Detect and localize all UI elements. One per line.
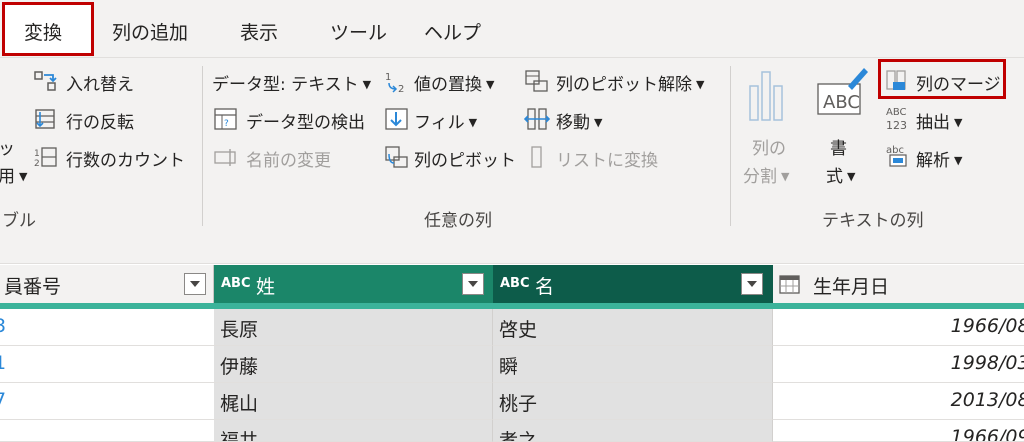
parse-icon: abc xyxy=(886,145,907,167)
tab-transform[interactable]: 変換 xyxy=(24,18,62,45)
split-column-label-1[interactable]: 列の xyxy=(752,134,786,159)
split-column-icon xyxy=(749,71,783,121)
parse-button[interactable]: 解析 ▼ xyxy=(916,146,962,171)
reverse-rows-icon xyxy=(35,109,55,129)
column-header-first-name[interactable]: ABC 名 xyxy=(493,265,773,303)
use-first-row-partial-label-2[interactable]: 用 ▼ xyxy=(0,162,27,187)
fill-down-icon xyxy=(385,108,408,130)
ribbon: ッ 用 ▼ 入れ替え 行の反転 1 2 行数のカウント ブル データ型: テキスト… xyxy=(0,58,1024,236)
merge-columns-highlight xyxy=(878,59,1006,99)
convert-to-list-button[interactable]: リストに変換 xyxy=(556,146,658,171)
svg-text:1: 1 xyxy=(34,149,40,159)
column-header-birth-date[interactable]: 生年月日 xyxy=(773,265,1024,303)
svg-text:123: 123 xyxy=(886,119,907,132)
swap-icon xyxy=(34,71,57,91)
column-header-employee-id[interactable]: 員番号 xyxy=(0,265,214,303)
fill-button[interactable]: フィル ▼ xyxy=(414,108,477,133)
extract-button[interactable]: 抽出 ▼ xyxy=(916,108,962,133)
text-type-icon[interactable]: ABC xyxy=(221,276,251,291)
any-column-group-title: 任意の列 xyxy=(424,211,492,231)
move-icon xyxy=(524,108,550,130)
detect-data-type-icon: ? xyxy=(214,108,237,130)
format-label-1[interactable]: 書 xyxy=(830,134,847,159)
pivot-column-button[interactable]: 列のピボット xyxy=(414,146,516,171)
extract-icon: ABC 123 xyxy=(886,107,907,132)
swap-button[interactable]: 入れ替え xyxy=(66,70,134,95)
unpivot-columns-icon xyxy=(525,70,548,92)
text-type-icon[interactable]: ABC xyxy=(500,276,530,291)
svg-text:1: 1 xyxy=(385,72,391,83)
unpivot-columns-button[interactable]: 列のピボット解除 ▼ xyxy=(556,70,704,95)
column-header-last-name[interactable]: ABC 姓 xyxy=(214,265,493,303)
group-separator xyxy=(202,66,203,226)
svg-text:ABC: ABC xyxy=(823,92,860,113)
tab-help[interactable]: ヘルプ xyxy=(424,18,481,45)
group-separator xyxy=(730,66,731,226)
convert-to-list-icon xyxy=(531,146,542,168)
split-column-button[interactable]: 分割 ▼ xyxy=(743,162,789,187)
move-button[interactable]: 移動 ▼ xyxy=(556,108,602,133)
svg-text:?: ? xyxy=(224,119,229,129)
replace-values-button[interactable]: 値の置換 ▼ xyxy=(414,70,494,95)
detect-data-type-button[interactable]: データ型の検出 xyxy=(246,108,365,133)
filter-dropdown-button[interactable] xyxy=(184,273,206,295)
calendar-type-icon[interactable] xyxy=(779,274,801,294)
pivot-column-icon xyxy=(385,146,408,168)
rename-icon xyxy=(214,149,236,166)
filter-dropdown-button[interactable] xyxy=(462,273,484,295)
rename-button[interactable]: 名前の変更 xyxy=(246,146,331,171)
format-button[interactable]: 式 ▼ xyxy=(826,162,855,187)
grid-top-strip xyxy=(0,236,1024,264)
reverse-rows-button[interactable]: 行の反転 xyxy=(66,108,134,133)
svg-text:ABC: ABC xyxy=(886,107,907,118)
format-icon: ABC xyxy=(817,68,868,115)
svg-text:2: 2 xyxy=(34,159,40,169)
count-rows-icon: 1 2 xyxy=(34,147,57,169)
tab-view[interactable]: 表示 xyxy=(240,18,278,45)
menu-tab-bar: 変換 列の追加 表示 ツール ヘルプ xyxy=(0,0,1024,58)
tab-add-column[interactable]: 列の追加 xyxy=(112,18,188,45)
table-group-title: ブル xyxy=(2,211,36,231)
replace-values-icon: 1 2 xyxy=(385,72,404,95)
text-column-group-title: テキストの列 xyxy=(822,211,924,231)
data-type-dropdown[interactable]: データ型: テキスト ▼ xyxy=(212,70,371,95)
use-first-row-partial-label[interactable]: ッ xyxy=(0,134,15,159)
svg-text:abc: abc xyxy=(886,145,904,156)
svg-text:2: 2 xyxy=(398,84,404,95)
filter-dropdown-button[interactable] xyxy=(741,273,763,295)
tab-tools[interactable]: ツール xyxy=(330,18,387,45)
count-rows-button[interactable]: 行数のカウント xyxy=(66,146,185,171)
